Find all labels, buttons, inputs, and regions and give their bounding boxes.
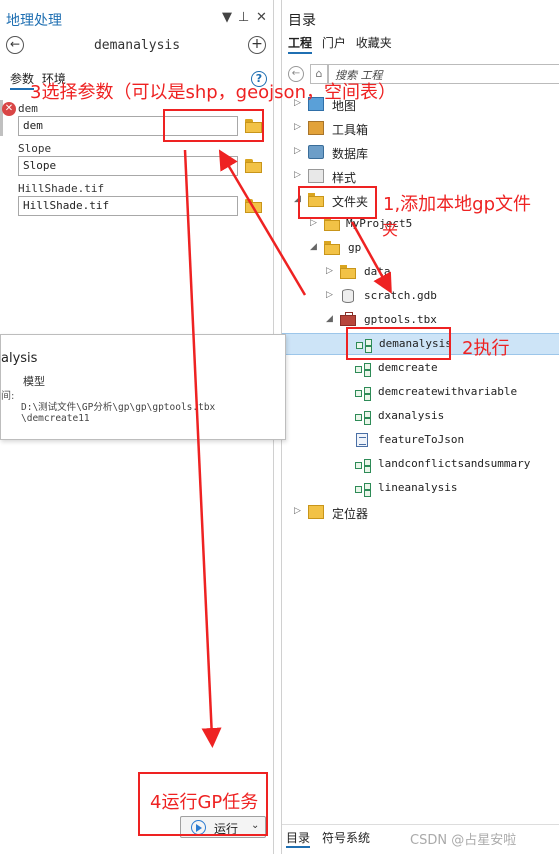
- tree-item-label: 定位器: [332, 507, 369, 521]
- add-button[interactable]: +: [248, 36, 266, 54]
- tree-item-label: 样式: [332, 171, 357, 185]
- toolbox-icon: [340, 312, 356, 326]
- param-label-hillshade: HillShade.tif: [18, 182, 105, 195]
- tool-header: demanalysis ← +: [0, 36, 274, 58]
- tree-item-label: lineanalysis: [378, 481, 458, 494]
- model-tool-icon: [354, 385, 371, 399]
- tab-symbology[interactable]: 符号系统: [322, 829, 370, 846]
- param-input-slope[interactable]: Slope: [18, 156, 238, 176]
- database-icon: [308, 145, 324, 159]
- expand-icon[interactable]: ▷: [310, 218, 317, 228]
- tree-item-label: data: [364, 265, 391, 278]
- annotation-step4: 4运行GP任务: [150, 792, 259, 813]
- annotation-box-params: [163, 109, 264, 142]
- geodatabase-icon: [342, 289, 354, 303]
- browse-folder-icon[interactable]: [245, 199, 263, 213]
- locator-icon: [308, 505, 324, 519]
- tree-item-label: featureToJson: [378, 433, 465, 446]
- tab-project[interactable]: 工程: [288, 36, 313, 54]
- tool-tooltip: alysis 模型 间: D:\测试文件\GP分析\gp\gp\gptools.…: [0, 334, 286, 440]
- model-tool-icon: [354, 409, 371, 423]
- annotation-step1-tail: 夹: [382, 220, 399, 239]
- tree-item-label: landconflictsandsummary: [378, 457, 531, 470]
- gp-pane-title: 地理处理: [6, 13, 62, 29]
- watermark: CSDN @占星安啦: [410, 833, 517, 848]
- tree-item-label: gp: [348, 241, 362, 254]
- pin-icon[interactable]: ⊥: [238, 10, 249, 25]
- param-input-hillshade[interactable]: HillShade.tif: [18, 196, 238, 216]
- tree-item-label: demcreate: [378, 361, 438, 374]
- back-button[interactable]: ←: [6, 36, 24, 54]
- collapse-icon[interactable]: ◢: [326, 314, 333, 324]
- tab-favorites[interactable]: 收藏夹: [356, 36, 392, 50]
- toolbox-icon: [308, 121, 324, 135]
- pane-options-icon[interactable]: ▼: [222, 10, 232, 25]
- tooltip-path: \demcreate11: [21, 413, 90, 424]
- annotation-step3: 3选择参数（可以是shp，geojson，空间表）: [30, 82, 396, 103]
- annotation-step2: 2执行: [462, 338, 510, 359]
- tree-item-toolboxes[interactable]: ▷ 工具箱: [282, 118, 559, 140]
- collapse-icon[interactable]: ◢: [310, 242, 317, 252]
- tooltip-title: alysis: [1, 351, 38, 366]
- expand-icon[interactable]: ▷: [294, 122, 301, 132]
- tree-item-gp[interactable]: ◢ gp: [282, 238, 559, 260]
- browse-folder-icon[interactable]: [245, 159, 263, 173]
- annotation-box-demanalysis: [346, 327, 451, 360]
- tool-name: demanalysis: [93, 38, 181, 53]
- tree-item-scratch-gdb[interactable]: ▷ scratch.gdb: [282, 286, 559, 308]
- annotation-box-folder: [298, 186, 377, 219]
- catalog-pane: 目录 工程 门户 收藏夹 ← ⌂ 搜索 工程 ▷ 地图 ▷ 工具箱 ▷ 数据库 …: [281, 0, 559, 854]
- annotation-step1: 1,添加本地gp文件: [383, 194, 532, 215]
- tree-item-demcreate[interactable]: demcreate: [282, 358, 559, 380]
- tree-item-data[interactable]: ▷ data: [282, 262, 559, 284]
- tree-item-label: dxanalysis: [378, 409, 445, 422]
- tab-catalog[interactable]: 目录: [286, 829, 311, 848]
- tree-item-label: 工具箱: [332, 123, 369, 137]
- expand-icon[interactable]: ▷: [326, 266, 333, 276]
- catalog-title: 目录: [288, 13, 316, 29]
- tree-item-featuretojson[interactable]: featureToJson: [282, 430, 559, 452]
- tree-item-label: 数据库: [332, 147, 369, 161]
- model-tool-icon: [354, 457, 371, 471]
- close-icon[interactable]: ✕: [256, 10, 267, 25]
- model-tool-icon: [354, 361, 371, 375]
- tree-item-label: demcreatewithvariable: [378, 385, 518, 398]
- script-tool-icon: [356, 433, 368, 447]
- tree-item-locators[interactable]: ▷ 定位器: [282, 502, 559, 524]
- model-tool-icon: [354, 481, 371, 495]
- bottom-tabs: 目录 符号系统 CSDN @占星安啦: [282, 824, 559, 854]
- param-label-slope: Slope: [18, 142, 52, 155]
- tooltip-label: 间:: [1, 391, 15, 402]
- tree-item-dxanalysis[interactable]: dxanalysis: [282, 406, 559, 428]
- expand-icon[interactable]: ▷: [294, 170, 301, 180]
- folder-icon: [324, 241, 340, 255]
- folder-icon: [340, 265, 356, 279]
- error-icon: ✕: [2, 102, 16, 116]
- home-folder-icon: [324, 217, 340, 231]
- tree-item-landconflictsandsummary[interactable]: landconflictsandsummary: [282, 454, 559, 476]
- tree-item-demcreatewithvariable[interactable]: demcreatewithvariable: [282, 382, 559, 404]
- tree-item-label: gptools.tbx: [364, 313, 437, 326]
- tree-item-styles[interactable]: ▷ 样式: [282, 166, 559, 188]
- style-icon: [308, 169, 324, 183]
- tree-item-label: scratch.gdb: [364, 289, 437, 302]
- tree-item-lineanalysis[interactable]: lineanalysis: [282, 478, 559, 500]
- expand-icon[interactable]: ▷: [294, 506, 301, 516]
- tooltip-type: 模型: [23, 375, 45, 388]
- tab-portal[interactable]: 门户: [322, 36, 346, 50]
- tree-item-databases[interactable]: ▷ 数据库: [282, 142, 559, 164]
- catalog-tabs: 工程 门户 收藏夹: [288, 34, 398, 54]
- expand-icon[interactable]: ▷: [294, 146, 301, 156]
- expand-icon[interactable]: ▷: [326, 290, 333, 300]
- tooltip-path: D:\测试文件\GP分析\gp\gp\gptools.tbx: [21, 402, 216, 413]
